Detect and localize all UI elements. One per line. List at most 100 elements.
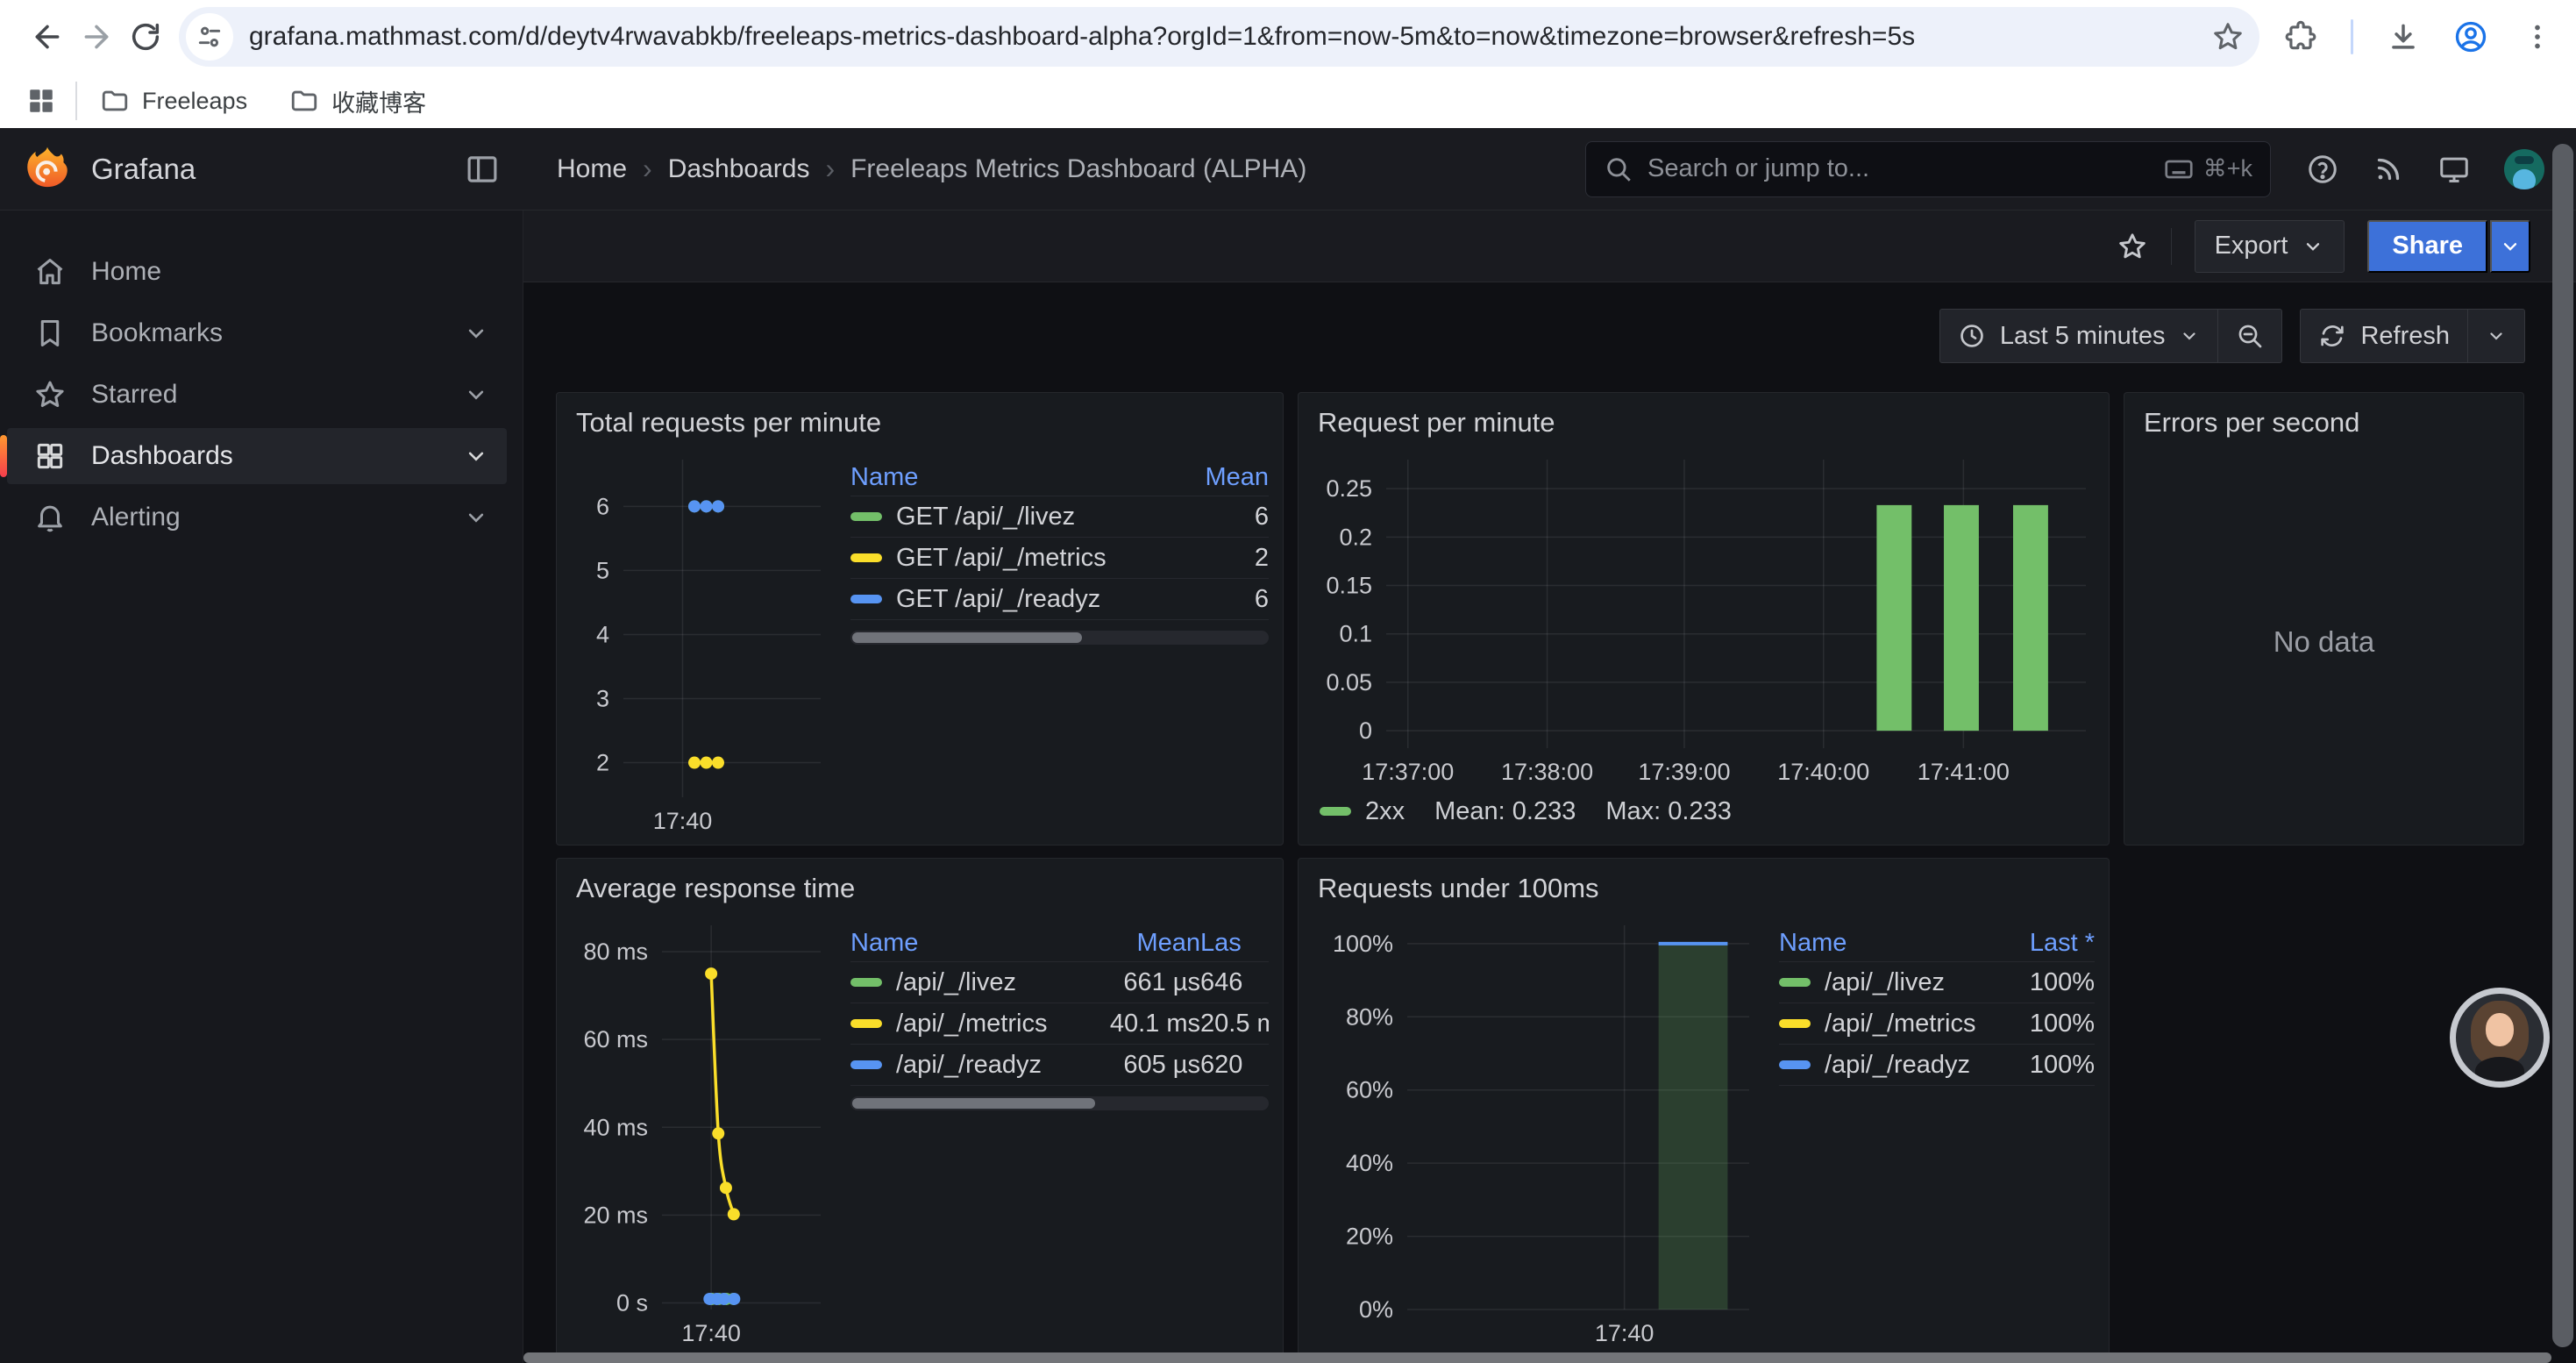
dashboards-grid-icon (33, 439, 67, 473)
panel-title[interactable]: Request per minute (1313, 400, 2095, 447)
x-tick-label: 17:40 (653, 808, 713, 834)
time-range-picker[interactable]: Last 5 minutes (1940, 310, 2218, 362)
area-fill (1659, 944, 1728, 1309)
series-point (701, 500, 713, 512)
search-input[interactable]: Search or jump to... ⌘+k (1585, 141, 2271, 197)
browser-forward-button[interactable] (72, 12, 121, 61)
dashboard-canvas: Last 5 minutes Refresh Total (523, 282, 2576, 1363)
series-color-pill (1320, 807, 1351, 816)
y-tick-label: 3 (596, 685, 609, 711)
time-picker-group: Last 5 minutes (1939, 309, 2283, 363)
series-color-pill (1779, 1060, 1811, 1069)
sidebar-item-starred[interactable]: Starred (7, 367, 507, 423)
legend-series-name[interactable]: GET /api/_/readyz (850, 585, 1190, 614)
brand-title: Grafana (91, 153, 196, 186)
grafana-logo-icon[interactable] (23, 145, 72, 194)
legend-value: 20.5 m (1200, 1010, 1269, 1038)
sidebar-collapse-icon[interactable] (464, 151, 501, 188)
bar (1876, 505, 1911, 731)
help-icon[interactable] (2306, 153, 2339, 186)
panel-title[interactable]: Total requests per minute (571, 400, 1269, 447)
share-menu-button[interactable] (2490, 220, 2530, 273)
refresh-interval-button[interactable] (2467, 310, 2524, 362)
legend-series-name[interactable]: /api/_/livez (1779, 968, 1998, 997)
legend-series-name[interactable]: /api/_/readyz (850, 1051, 1069, 1080)
sidebar-item-label: Alerting (91, 503, 438, 532)
x-tick-label: 17:40:00 (1777, 759, 1869, 785)
legend-series-name[interactable]: GET /api/_/livez (850, 503, 1190, 532)
legend-value: 100% (1998, 1051, 2095, 1080)
legend-series-name[interactable]: /api/_/metrics (1779, 1010, 1998, 1038)
panel-title[interactable]: Errors per second (2138, 400, 2509, 447)
browser-back-button[interactable] (23, 12, 72, 61)
legend-series-name[interactable]: GET /api/_/metrics (850, 544, 1190, 573)
bookmark-folder-freeleaps[interactable]: Freeleaps (100, 86, 247, 116)
export-button[interactable]: Export (2195, 220, 2345, 273)
sidebar-item-alerting[interactable]: Alerting (7, 489, 507, 546)
legend-series-name[interactable]: /api/_/livez (850, 968, 1069, 997)
legend-hscrollbar-thumb[interactable] (852, 632, 1082, 643)
series-point (728, 1293, 740, 1305)
series-label[interactable]: /api/_/livez (896, 968, 1016, 997)
series-label[interactable]: GET /api/_/metrics (896, 544, 1107, 573)
download-icon[interactable] (2387, 20, 2420, 54)
url-text[interactable]: grafana.mathmast.com/d/deytv4rwavabkb/fr… (249, 22, 2205, 52)
legend-hscrollbar[interactable] (850, 1096, 1269, 1110)
legend-inline-item: Max: 0.233 (1605, 797, 1731, 826)
legend-row: GET /api/_/livez6 (850, 496, 1269, 538)
horizontal-scrollbar[interactable] (523, 1352, 2551, 1363)
sidebar-item-bookmarks[interactable]: Bookmarks (7, 305, 507, 361)
legend-series-name[interactable]: /api/_/readyz (1779, 1051, 1998, 1080)
user-avatar[interactable] (2504, 149, 2544, 189)
series-label[interactable]: /api/_/livez (1825, 968, 1945, 997)
address-bar[interactable]: grafana.mathmast.com/d/deytv4rwavabkb/fr… (179, 7, 2259, 67)
legend-header-name: Name (850, 463, 1190, 492)
zoom-out-button[interactable] (2217, 310, 2281, 362)
chevron-down-icon[interactable] (463, 382, 489, 408)
chevron-down-icon[interactable] (463, 320, 489, 346)
y-tick-label: 4 (596, 621, 609, 647)
series-label[interactable]: /api/_/metrics (1825, 1010, 1975, 1038)
site-settings-button[interactable] (186, 13, 233, 61)
breadcrumb-home[interactable]: Home (557, 154, 627, 184)
apps-grid-icon[interactable] (26, 86, 56, 116)
sidebar-item-label: Home (91, 257, 489, 287)
vertical-scrollbar[interactable] (2552, 144, 2573, 1347)
extensions-icon[interactable] (2284, 20, 2317, 54)
breadcrumb-dashboards[interactable]: Dashboards (668, 154, 810, 184)
legend-value: 40.1 ms (1069, 1010, 1200, 1038)
legend-hscrollbar[interactable] (850, 631, 1269, 645)
bookmark-page-button[interactable] (2205, 14, 2251, 60)
share-button[interactable]: Share (2367, 220, 2487, 273)
panel-title[interactable]: Requests under 100ms (1313, 866, 2095, 913)
series-label[interactable]: /api/_/readyz (1825, 1051, 1970, 1080)
profile-icon[interactable] (2453, 19, 2488, 54)
legend-inline-item[interactable]: 2xx (1320, 797, 1405, 826)
legend-hscrollbar-thumb[interactable] (852, 1098, 1095, 1109)
refresh-button[interactable]: Refresh (2301, 310, 2467, 362)
series-label[interactable]: GET /api/_/livez (896, 503, 1075, 532)
series-label[interactable]: /api/_/metrics (896, 1010, 1047, 1038)
monitor-icon[interactable] (2437, 153, 2471, 186)
legend-series-name[interactable]: /api/_/metrics (850, 1010, 1069, 1038)
series-label[interactable]: /api/_/readyz (896, 1051, 1042, 1080)
series-label[interactable]: GET /api/_/readyz (896, 585, 1100, 614)
y-tick-label: 0.1 (1339, 621, 1372, 647)
panel-title[interactable]: Average response time (571, 866, 1269, 913)
bookmark-folder-blogs[interactable]: 收藏博客 (289, 84, 426, 118)
y-tick-label: 0.25 (1326, 475, 1372, 502)
bookmark-folder-label: 收藏博客 (331, 84, 426, 118)
favorite-dashboard-icon[interactable] (2117, 231, 2148, 262)
browser-reload-button[interactable] (121, 12, 170, 61)
assistant-avatar[interactable] (2450, 988, 2550, 1088)
home-icon (33, 255, 67, 289)
browser-menu-icon[interactable] (2522, 21, 2553, 53)
y-tick-label: 40 ms (583, 1114, 648, 1140)
panel-request-per-minute: Request per minute 0.250.20.150.10.05017… (1298, 392, 2110, 846)
sidebar-item-home[interactable]: Home (7, 244, 507, 300)
chevron-down-icon[interactable] (463, 504, 489, 531)
y-tick-label: 0 s (616, 1289, 648, 1316)
news-rss-icon[interactable] (2373, 153, 2404, 185)
chevron-down-icon[interactable] (463, 443, 489, 469)
sidebar-item-dashboards[interactable]: Dashboards (7, 428, 507, 484)
